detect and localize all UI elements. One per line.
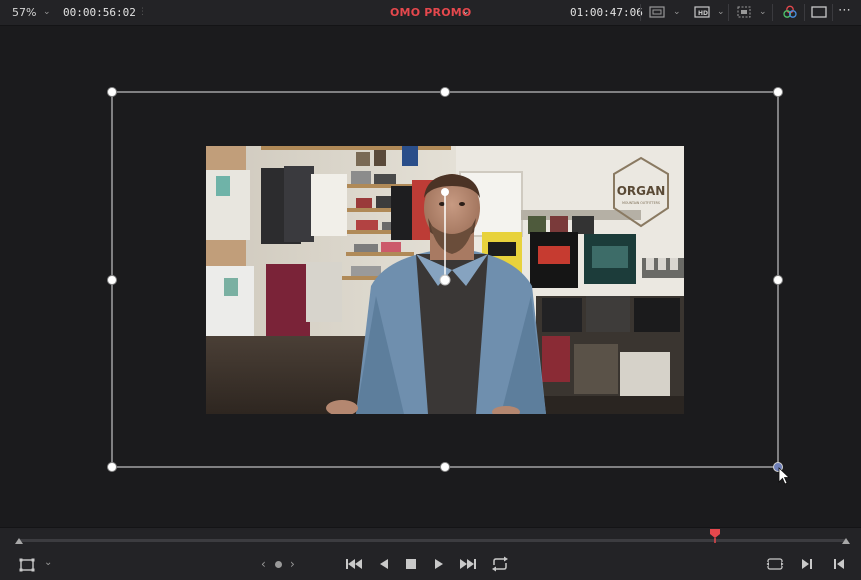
timeline-timecode: 01:00:47:06 [570, 6, 643, 19]
transform-tool-chevron-icon[interactable]: ⌄ [44, 557, 52, 568]
play-icon[interactable] [432, 557, 446, 571]
edge-handle-bottom[interactable] [440, 462, 450, 472]
corner-handle-top-right[interactable] [773, 87, 783, 97]
hd-output-chevron-icon[interactable]: ⌄ [717, 0, 725, 25]
transform-tool-icon[interactable] [18, 557, 36, 573]
onscreen-controls-icon[interactable] [736, 5, 752, 19]
single-viewer-icon[interactable] [811, 5, 827, 19]
source-timecode: 00:00:56:02 [63, 6, 136, 19]
timeline-title[interactable]: OMO PROMO [390, 0, 471, 25]
edge-handle-top[interactable] [440, 87, 450, 97]
zoom-chevron-down-icon[interactable]: ⌄ [43, 0, 51, 25]
corner-handle-bottom-left[interactable] [107, 462, 117, 472]
color-wheel-icon[interactable] [782, 5, 798, 19]
viewer-size-chevron-icon[interactable]: ⌄ [673, 0, 681, 25]
viewer-size-icon[interactable] [649, 5, 665, 19]
divider [772, 4, 773, 21]
jump-to-start-icon[interactable] [345, 557, 365, 571]
timeline-chevron-down-icon[interactable]: ⌄ [462, 0, 470, 25]
divider [640, 4, 641, 21]
loop-icon[interactable] [490, 556, 510, 572]
divider [832, 4, 833, 21]
drag-handle-icon[interactable]: ⋮ [138, 0, 147, 25]
next-frame-icon[interactable] [800, 557, 814, 571]
match-frame-icon[interactable] [766, 557, 784, 571]
transport-bar: ⌄ ‹ › [0, 527, 861, 580]
svg-text:HD: HD [698, 10, 708, 17]
next-clip-icon[interactable]: › [290, 557, 295, 571]
previous-frame-icon[interactable] [832, 557, 846, 571]
playhead-icon[interactable] [708, 528, 722, 544]
out-point-marker-icon[interactable] [840, 536, 852, 548]
onscreen-controls-chevron-icon[interactable]: ⌄ [759, 0, 767, 25]
viewer-header: 57% ⌄ 00:00:56:02 ⋮ OMO PROMO ⌄ 01:00:47… [0, 0, 861, 26]
transform-overlay [107, 87, 791, 485]
stop-icon[interactable] [404, 557, 418, 571]
previous-clip-icon[interactable]: ‹ [261, 557, 266, 571]
rotation-handle[interactable] [441, 188, 449, 196]
current-clip-dot-icon[interactable] [275, 561, 282, 568]
corner-handle-top-left[interactable] [107, 87, 117, 97]
hd-output-icon[interactable]: HD [694, 5, 710, 19]
divider [728, 4, 729, 21]
in-point-marker-icon[interactable] [13, 536, 25, 548]
reverse-play-icon[interactable] [377, 557, 391, 571]
zoom-level[interactable]: 57% [12, 0, 36, 25]
jump-to-end-icon[interactable] [457, 557, 477, 571]
divider [804, 4, 805, 21]
mouse-cursor-icon [778, 467, 791, 485]
edge-handle-right[interactable] [773, 275, 783, 285]
anchor-point-handle[interactable] [439, 274, 451, 286]
edge-handle-left[interactable] [107, 275, 117, 285]
viewer-canvas[interactable]: ORGAN MOUNTAIN OUTFITTERS [0, 26, 861, 526]
more-options-icon[interactable]: ⋯ [838, 0, 852, 25]
